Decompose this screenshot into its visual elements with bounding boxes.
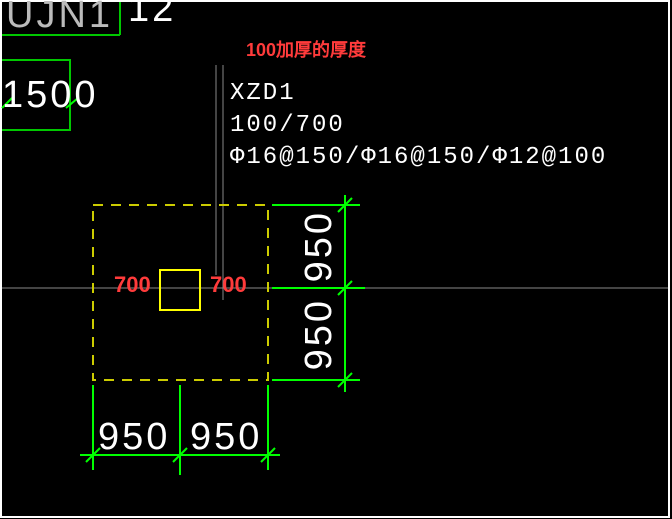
thickness-annotation: 100加厚的厚度 xyxy=(246,36,366,62)
dim-bottom-right: 950 xyxy=(190,416,262,459)
inner-dim-left: 700 xyxy=(114,272,151,298)
spec-size: 100/700 xyxy=(230,112,345,139)
dim-1500: 1500 xyxy=(2,74,99,117)
spec-rebar: Φ16@150/Φ16@150/Φ12@100 xyxy=(230,144,607,171)
spec-name: XZD1 xyxy=(230,80,296,107)
dim-right-lower: 950 xyxy=(298,298,341,370)
dim-bottom-left: 950 xyxy=(98,416,170,459)
top-small-dim: 12 xyxy=(128,0,176,31)
corner-label: UJN1 xyxy=(6,0,113,37)
dim-right-upper: 950 xyxy=(298,210,341,282)
inner-dim-right: 700 xyxy=(210,272,247,298)
cad-drawing-canvas: UJN1 12 1500 100加厚的厚度 XZD1 100/700 Φ16@1… xyxy=(0,0,672,519)
